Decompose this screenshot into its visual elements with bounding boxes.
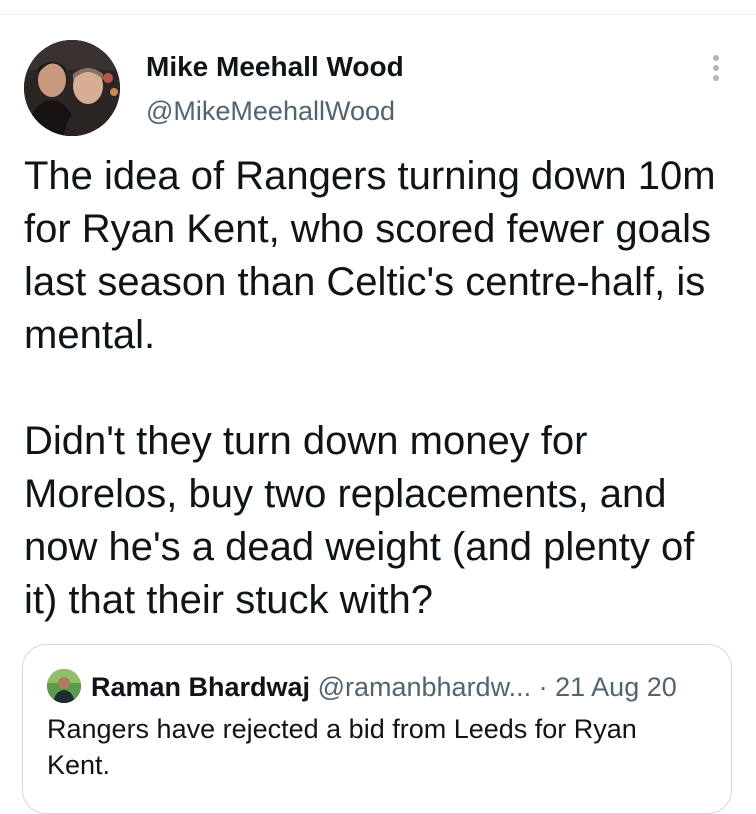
quoted-tweet-text: Rangers have rejected a bid from Leeds f… — [47, 714, 637, 780]
tweet-paragraph: The idea of Rangers turning down 10m for… — [24, 154, 716, 357]
tweet-text: The idea of Rangers turning down 10m for… — [24, 150, 736, 627]
author-handle[interactable]: @MikeMeehallWood — [146, 94, 395, 128]
quoted-date[interactable]: 21 Aug 20 — [555, 672, 677, 702]
top-divider — [0, 14, 756, 15]
author-name[interactable]: Mike Meehall Wood — [146, 50, 404, 84]
quoted-author-handle: @ramanbhardw... — [317, 672, 532, 702]
quoted-tweet-card[interactable]: Raman Bhardwaj @ramanbhardw... · 21 Aug … — [22, 644, 732, 814]
quoted-author-name[interactable]: Raman Bhardwaj — [91, 672, 310, 702]
tweet-paragraph: Didn't they turn down money for Morelos,… — [24, 419, 695, 622]
avatar-photo — [24, 40, 120, 136]
more-vertical-icon[interactable] — [704, 52, 728, 84]
quoted-author-avatar — [47, 669, 81, 703]
quoted-avatar-photo — [47, 669, 81, 703]
author-avatar[interactable] — [24, 40, 120, 136]
quoted-tweet-header: Raman Bhardwaj @ramanbhardw... · 21 Aug … — [91, 669, 677, 705]
quoted-separator: · — [538, 672, 548, 702]
